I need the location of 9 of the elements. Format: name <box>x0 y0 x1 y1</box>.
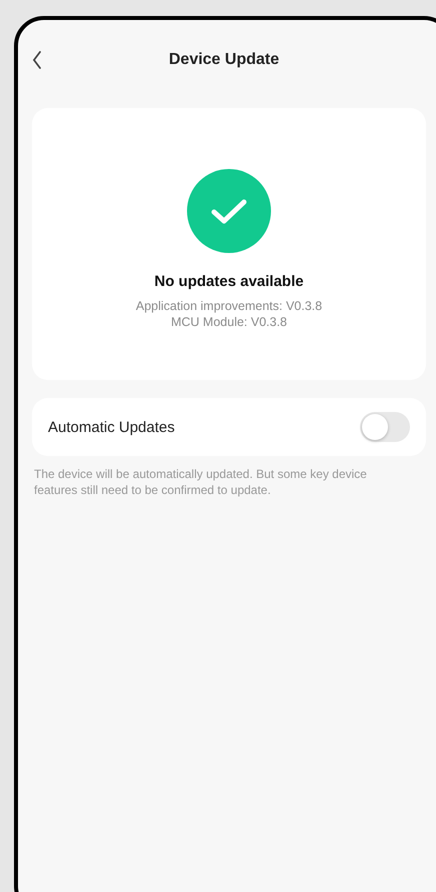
setting-label: Automatic Updates <box>48 418 175 436</box>
status-headline: No updates available <box>154 273 304 290</box>
toggle-switch[interactable] <box>360 412 410 442</box>
version-text: MCU Module: V0.3.8 <box>170 314 288 330</box>
setting-description: The device will be automatically updated. But some key device features still need to be confirmed to update. <box>34 466 368 498</box>
page-title: Device Update <box>168 51 280 69</box>
check-circle-icon <box>187 169 271 253</box>
version-text: Application improvements: V0.3.8 <box>136 298 322 314</box>
back-icon[interactable] <box>32 51 42 69</box>
